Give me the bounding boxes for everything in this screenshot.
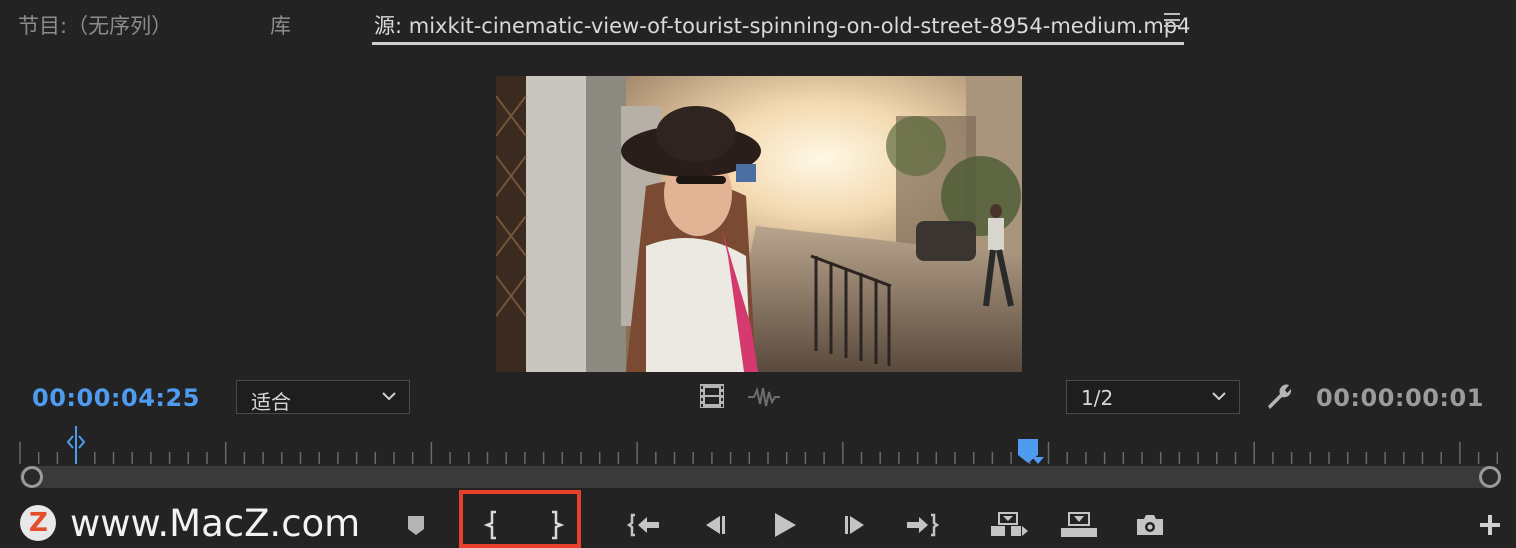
- insert-button[interactable]: [988, 508, 1030, 542]
- mark-in-icon: [483, 510, 496, 540]
- go-to-out-icon: [907, 513, 939, 537]
- play-icon: [775, 513, 796, 537]
- add-marker-button[interactable]: [398, 508, 434, 542]
- playhead-icon[interactable]: [64, 426, 88, 464]
- audio-waveform-icon[interactable]: [748, 386, 780, 408]
- go-to-out-button[interactable]: [904, 508, 940, 542]
- marker-position-icon[interactable]: [1016, 437, 1046, 465]
- go-to-in-icon: [627, 513, 659, 537]
- plus-icon: [1480, 515, 1500, 535]
- watermark-logo: Z: [20, 505, 56, 541]
- source-video-preview[interactable]: [496, 76, 1022, 372]
- active-tab-underline: [372, 42, 1184, 45]
- camera-icon: [1137, 515, 1163, 535]
- step-back-button[interactable]: [696, 508, 732, 542]
- panel-tabs: 节目:（无序列） 库 源: mixkit-cinematic-view-of-t…: [0, 0, 1516, 46]
- watermark-text: www.MacZ.com: [70, 502, 361, 545]
- watermark-logo-letter: Z: [29, 508, 48, 538]
- wrench-icon[interactable]: [1264, 382, 1294, 412]
- scrollbar-left-handle[interactable]: [21, 466, 43, 488]
- scrollbar-right-handle[interactable]: [1479, 466, 1501, 488]
- button-editor-button[interactable]: [1472, 508, 1508, 542]
- chevron-down-icon: [1212, 392, 1226, 401]
- insert-icon: [991, 512, 1028, 536]
- film-strip-icon[interactable]: [698, 382, 726, 410]
- mark-out-button[interactable]: [538, 508, 574, 542]
- tab-library[interactable]: 库: [270, 10, 291, 40]
- duration-timecode: 00:00:00:01: [1316, 384, 1484, 412]
- tab-source[interactable]: 源: mixkit-cinematic-view-of-tourist-spin…: [374, 10, 1190, 40]
- step-forward-icon: [845, 516, 864, 534]
- overwrite-icon: [1061, 512, 1097, 537]
- play-button[interactable]: [766, 508, 802, 542]
- zoom-scrollbar[interactable]: [20, 466, 1500, 488]
- mark-out-icon: [552, 510, 565, 540]
- playback-resolution-select[interactable]: 1/2: [1066, 380, 1240, 414]
- zoom-fit-value: 适合: [251, 390, 291, 414]
- video-frame: [496, 76, 1022, 372]
- hamburger-menu-icon[interactable]: [1164, 13, 1180, 29]
- tab-program[interactable]: 节目:（无序列）: [18, 10, 172, 40]
- overwrite-button[interactable]: [1058, 508, 1100, 542]
- export-frame-button[interactable]: [1132, 508, 1168, 542]
- playback-resolution-value: 1/2: [1081, 386, 1114, 410]
- step-forward-button[interactable]: [838, 508, 874, 542]
- step-back-icon: [706, 516, 725, 534]
- go-to-in-button[interactable]: [626, 508, 662, 542]
- marker-icon: [408, 516, 424, 535]
- zoom-fit-select[interactable]: 适合: [236, 380, 410, 414]
- chevron-down-icon: [382, 392, 396, 401]
- current-timecode[interactable]: 00:00:04:25: [32, 384, 200, 412]
- mark-in-button[interactable]: [474, 508, 510, 542]
- time-ruler[interactable]: [18, 440, 1498, 466]
